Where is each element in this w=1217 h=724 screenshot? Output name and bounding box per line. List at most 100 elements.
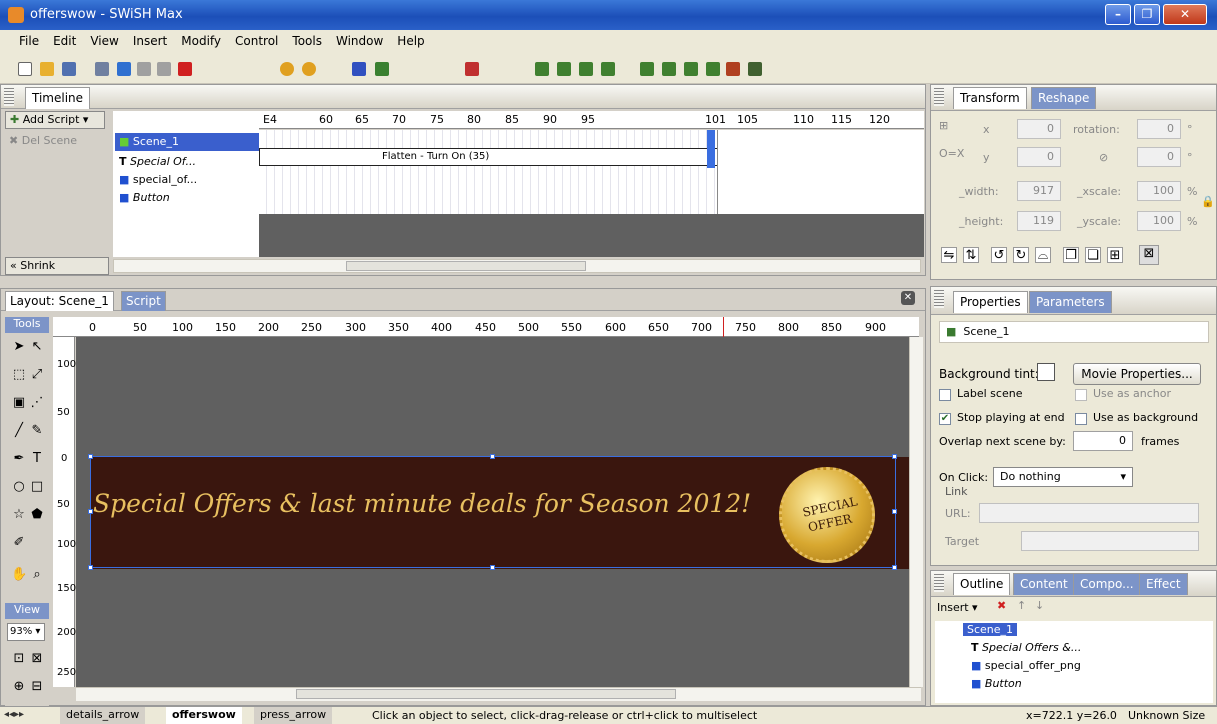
delete-icon[interactable]: ✖	[997, 599, 1006, 612]
motion-path-icon[interactable]: ⋰	[29, 395, 45, 411]
rectangle-icon[interactable]: □	[29, 479, 45, 495]
cut-icon[interactable]	[117, 62, 131, 76]
menu-help[interactable]: Help	[390, 30, 431, 52]
effect-bar[interactable]: Flatten - Turn On (35)	[259, 148, 719, 166]
insert-effect-icon[interactable]	[706, 62, 720, 76]
tree-item-image[interactable]: ■ special_offer_png	[971, 659, 1081, 672]
fill-icon[interactable]: ▣	[11, 395, 27, 411]
save-icon[interactable]	[62, 62, 76, 76]
selection-handle[interactable]	[88, 509, 93, 514]
timeline-h-scrollbar[interactable]	[113, 259, 921, 273]
rotate-right-icon[interactable]: ↻	[1013, 247, 1029, 263]
label-scene-checkbox[interactable]	[939, 389, 951, 401]
delete-icon[interactable]	[178, 62, 192, 76]
xscale-field[interactable]: 100	[1137, 181, 1181, 201]
move-up-icon[interactable]: ↑	[1017, 599, 1026, 612]
tab-transform[interactable]: Transform	[953, 87, 1027, 109]
insert-content-icon[interactable]	[662, 62, 676, 76]
nav-arrows-icon[interactable]: ◂◂▸▸	[4, 709, 24, 720]
flip-v-icon[interactable]: ⇅	[963, 247, 979, 263]
align-icon[interactable]: ⊠	[1139, 245, 1159, 265]
ellipse-icon[interactable]: ○	[11, 479, 27, 495]
movie-properties-button[interactable]: Movie Properties...	[1073, 363, 1201, 385]
autoshape-icon[interactable]: ⬟	[29, 507, 45, 523]
height-field[interactable]: 119	[1017, 211, 1061, 231]
selection-handle[interactable]	[88, 565, 93, 570]
selection-handle[interactable]	[892, 454, 897, 459]
tree-item-button[interactable]: ■ Button	[971, 677, 1022, 690]
add-script-button[interactable]: ✚ Add Script ▾	[5, 111, 105, 129]
selection-handle[interactable]	[892, 565, 897, 570]
new-icon[interactable]	[18, 62, 32, 76]
paste-transform-icon[interactable]: ❏	[1085, 247, 1101, 263]
lock-icon[interactable]: 🔒	[1201, 195, 1215, 208]
zoom-selection-icon[interactable]: ⊠	[29, 651, 45, 667]
zoom-in-icon[interactable]: ⊕	[11, 679, 27, 695]
use-anchor-checkbox[interactable]	[1075, 389, 1087, 401]
rotation-field[interactable]: 0	[1137, 119, 1181, 139]
zoom-fit-icon[interactable]: ⊡	[11, 651, 27, 667]
insert-button-icon[interactable]	[579, 62, 593, 76]
close-button[interactable]: ✕	[1163, 4, 1207, 25]
overlap-field[interactable]: 0	[1073, 431, 1133, 451]
zoom-select[interactable]: 93% ▾	[7, 623, 45, 641]
stop-playing-checkbox[interactable]: ✔	[939, 413, 951, 425]
menu-insert[interactable]: Insert	[126, 30, 174, 52]
layer-text[interactable]: T Special Of...	[115, 153, 259, 171]
menu-window[interactable]: Window	[329, 30, 390, 52]
selection-handle[interactable]	[490, 454, 495, 459]
tab-parameters[interactable]: Parameters	[1029, 291, 1112, 313]
insert-scene-icon[interactable]	[535, 62, 549, 76]
tab-components[interactable]: Compo...	[1073, 573, 1141, 595]
playhead[interactable]	[707, 130, 715, 168]
next-frame-icon[interactable]	[465, 62, 479, 76]
context-help-icon[interactable]	[302, 62, 316, 76]
pen-icon[interactable]: ✐	[11, 535, 27, 551]
pencil-icon[interactable]: ✎	[29, 423, 45, 439]
flip-h-icon[interactable]: ⇋	[941, 247, 957, 263]
layer-scene[interactable]: ■ Scene_1	[115, 133, 259, 151]
del-scene-button[interactable]: ✖ Del Scene	[5, 133, 105, 151]
tab-outline[interactable]: Outline	[953, 573, 1011, 595]
close-panel-icon[interactable]: ✕	[901, 291, 915, 305]
open-icon[interactable]	[40, 62, 54, 76]
target-select[interactable]	[1021, 531, 1199, 551]
yscale-field[interactable]: 100	[1137, 211, 1181, 231]
object-name-field[interactable]: ■ Scene_1	[939, 321, 1209, 343]
tree-item-scene[interactable]: Scene_1	[963, 623, 1018, 636]
width-field[interactable]: 917	[1017, 181, 1061, 201]
zoom-icon[interactable]: ⌕	[29, 567, 45, 583]
subselect-icon[interactable]: ↖	[29, 339, 45, 355]
x-field[interactable]: 0	[1017, 119, 1061, 139]
undo-icon[interactable]	[95, 62, 109, 76]
layer-image[interactable]: ■ special_of...	[115, 171, 259, 189]
menu-modify[interactable]: Modify	[174, 30, 228, 52]
play-scene-icon[interactable]	[375, 62, 389, 76]
insert-sound-icon[interactable]	[684, 62, 698, 76]
selection-handle[interactable]	[490, 565, 495, 570]
tab-layout[interactable]: Layout: Scene_1	[5, 291, 114, 311]
tab-content[interactable]: Content	[1013, 573, 1075, 595]
bezier-icon[interactable]: ✒	[11, 451, 27, 467]
y-field[interactable]: 0	[1017, 147, 1061, 167]
menu-view[interactable]: View	[83, 30, 125, 52]
zoom-out-icon[interactable]: ⊟	[29, 679, 45, 695]
move-down-icon[interactable]: ↓	[1035, 599, 1044, 612]
selection-handle[interactable]	[892, 509, 897, 514]
skew-field[interactable]: 0	[1137, 147, 1181, 167]
insert-menu[interactable]: Insert ▾	[937, 601, 978, 614]
url-field[interactable]	[979, 503, 1199, 523]
tab-effect[interactable]: Effect	[1139, 573, 1188, 595]
help-icon[interactable]	[280, 62, 294, 76]
reset-icon[interactable]: ⊞	[1107, 247, 1123, 263]
tab-properties[interactable]: Properties	[953, 291, 1028, 313]
menu-control[interactable]: Control	[228, 30, 285, 52]
tab-timeline[interactable]: Timeline	[25, 87, 91, 109]
layer-button[interactable]: ■ Button	[115, 189, 259, 207]
layout-h-scrollbar[interactable]	[76, 687, 921, 701]
select-arrow-icon[interactable]: ➤	[11, 339, 27, 355]
insert-text-icon[interactable]	[557, 62, 571, 76]
movie-tab-press-arrow[interactable]: press_arrow	[254, 707, 333, 724]
stage-canvas[interactable]: Special Offers & last minute deals for S…	[76, 337, 909, 687]
insert-image-icon[interactable]	[640, 62, 654, 76]
